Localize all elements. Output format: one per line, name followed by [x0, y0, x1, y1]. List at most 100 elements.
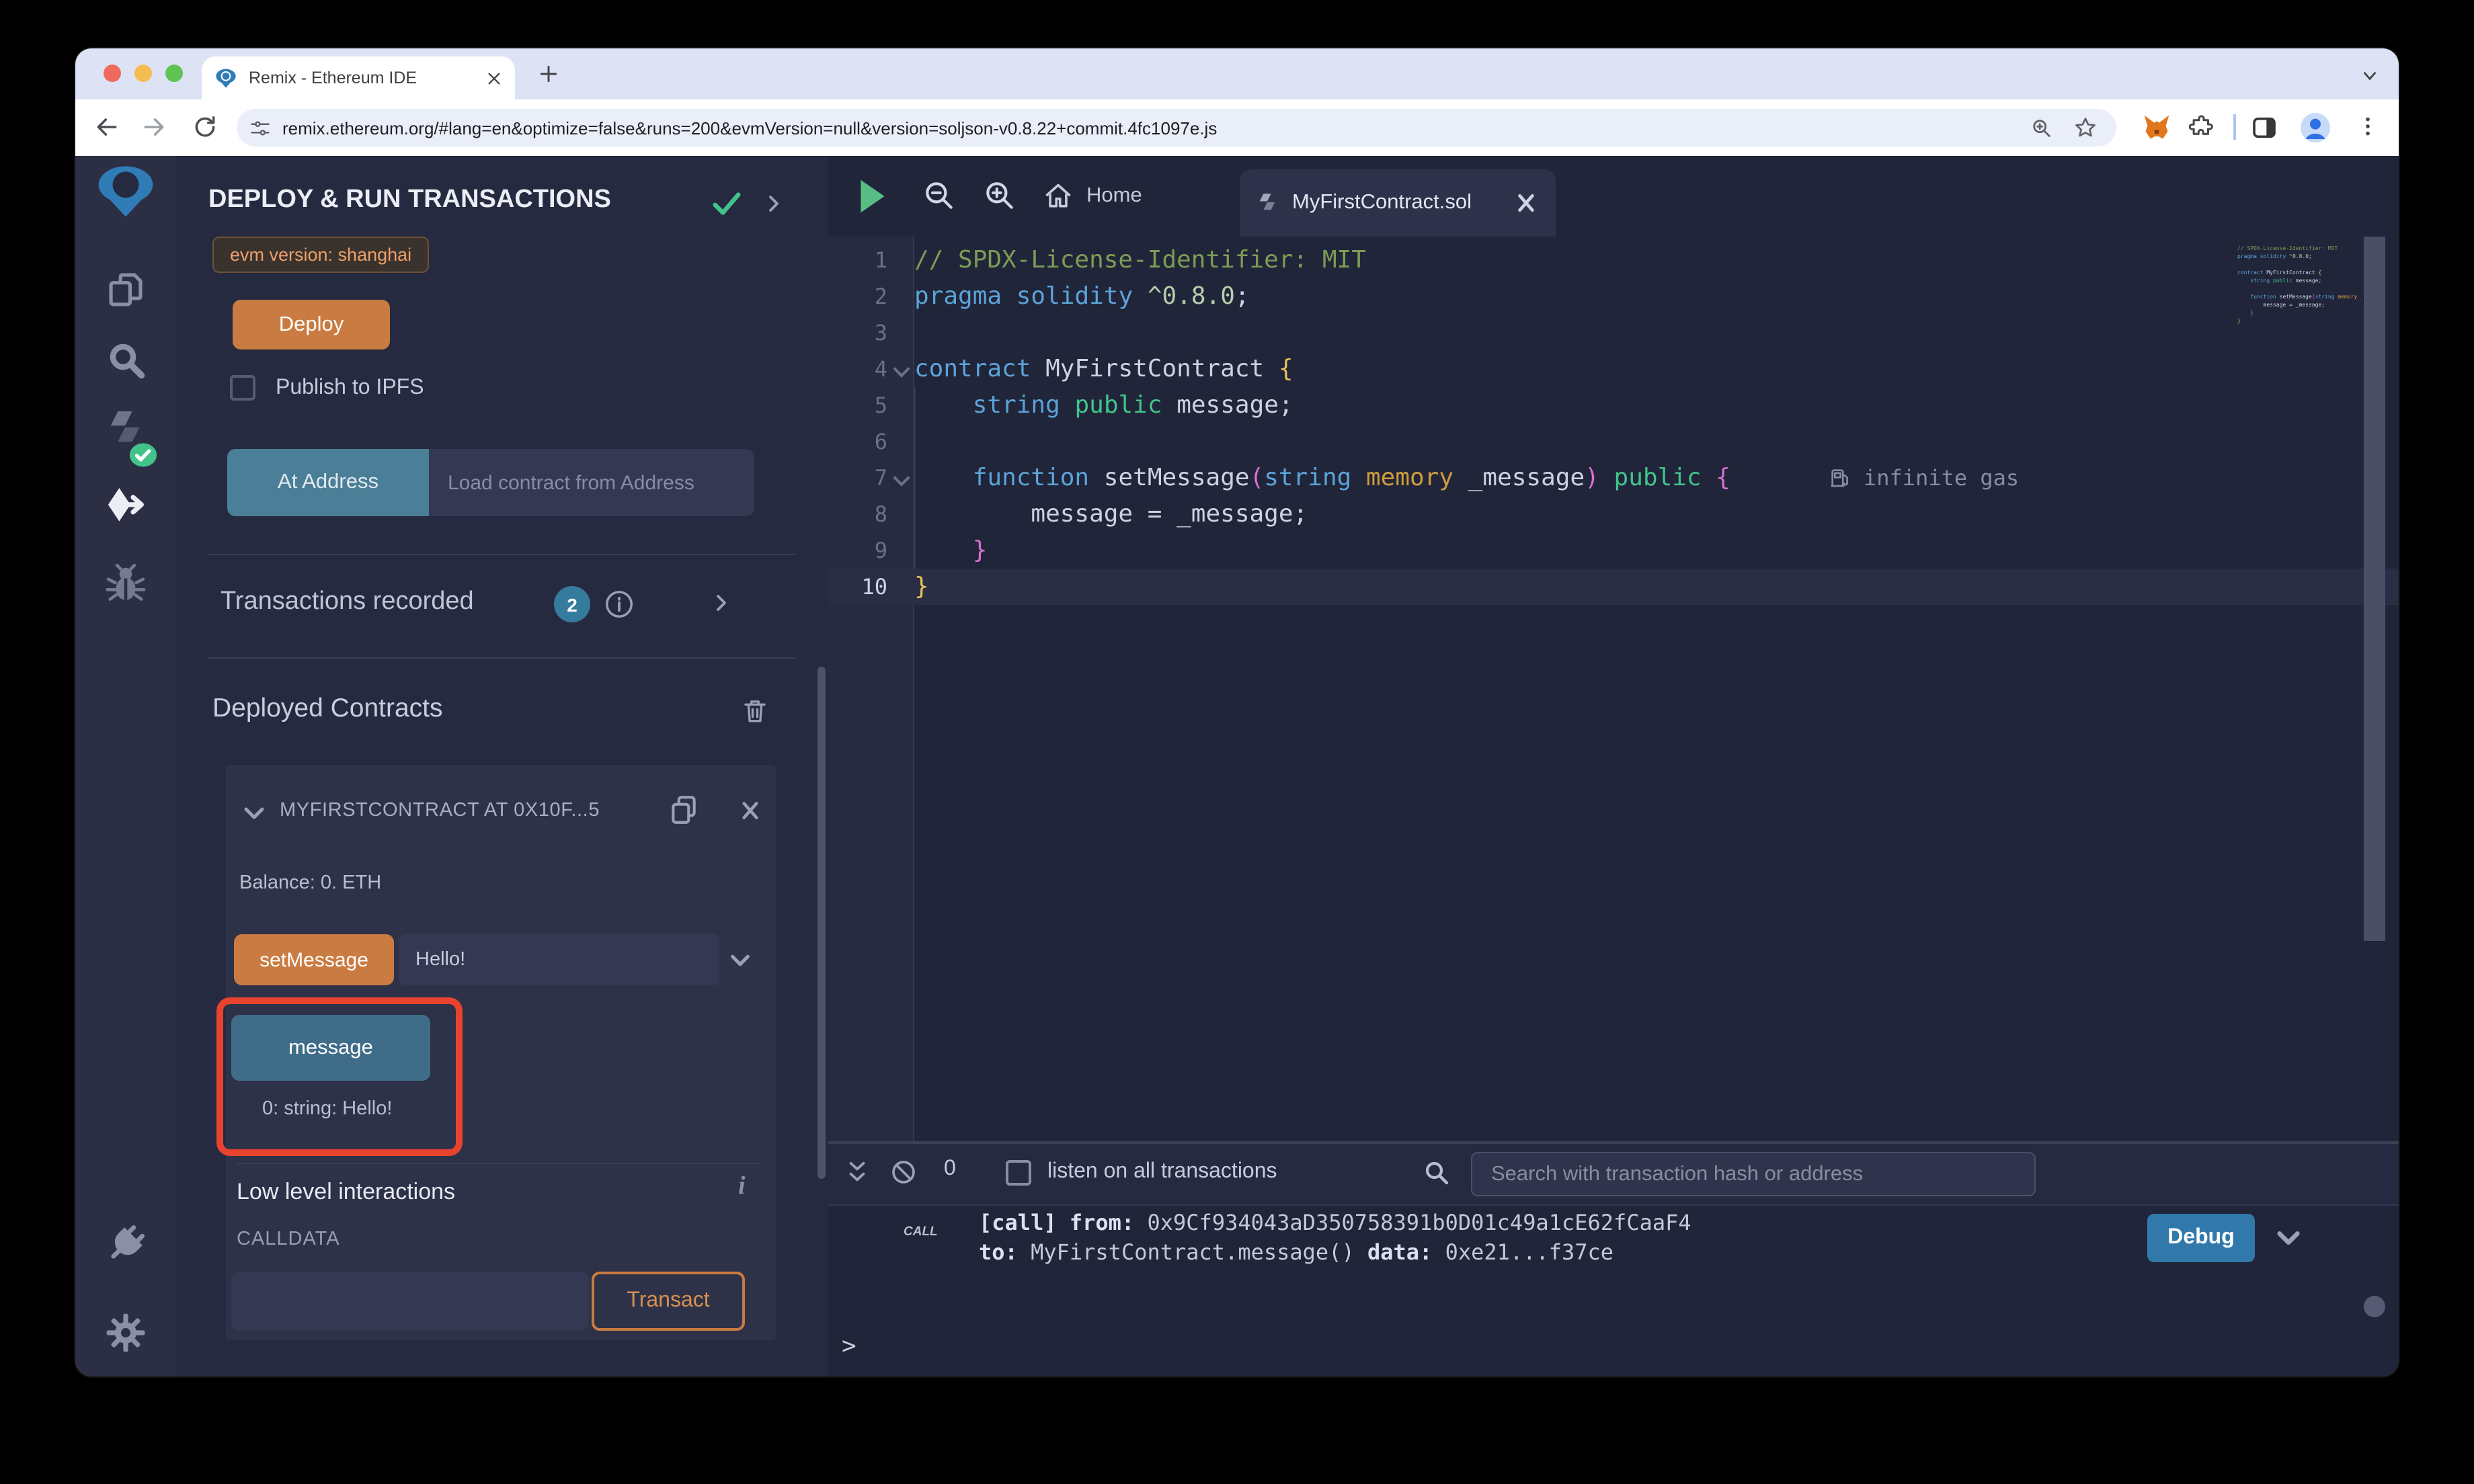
- browser-window: Remix - Ethereum IDE remix.ethereum.org/…: [75, 48, 2399, 1376]
- close-window-button[interactable]: [104, 65, 121, 82]
- log-from-label: from:: [1070, 1210, 1134, 1235]
- divider: [208, 554, 796, 555]
- message-button[interactable]: message: [231, 1015, 430, 1081]
- at-address-button[interactable]: At Address: [227, 449, 429, 516]
- maximize-window-button[interactable]: [165, 65, 183, 82]
- collapse-terminal-icon[interactable]: [844, 1160, 870, 1186]
- plugin-manager-icon[interactable]: [105, 1223, 147, 1265]
- code-line[interactable]: 6: [828, 423, 2399, 460]
- set-message-button[interactable]: setMessage: [234, 934, 394, 985]
- code-lines: 1// SPDX-License-Identifier: MIT2pragma …: [828, 242, 2399, 605]
- panel-pin-chevron-icon[interactable]: [764, 194, 784, 214]
- set-message-expand-chevron-icon[interactable]: [729, 949, 752, 972]
- code-line[interactable]: 1// SPDX-License-Identifier: MIT: [828, 242, 2399, 278]
- deploy-button[interactable]: Deploy: [233, 300, 390, 349]
- editor-scrollbar[interactable]: [2364, 237, 2385, 941]
- indent-guide: [914, 387, 916, 569]
- contract-collapse-chevron-icon[interactable]: [242, 801, 266, 825]
- gas-annotation-text: infinite gas: [1864, 465, 2019, 491]
- address-bar[interactable]: remix.ethereum.org/#lang=en&optimize=fal…: [237, 109, 2116, 147]
- divider: [237, 1163, 761, 1164]
- remix-favicon-icon: [215, 67, 237, 89]
- terminal-search-icon: [1423, 1159, 1451, 1187]
- terminal-search-input[interactable]: [1471, 1152, 2036, 1196]
- close-file-tab-icon[interactable]: [1515, 192, 1537, 214]
- debugger-icon[interactable]: [105, 562, 147, 604]
- search-icon[interactable]: [106, 340, 147, 380]
- site-settings-icon[interactable]: [250, 118, 270, 138]
- minimap[interactable]: // SPDX-License-Identifier: MITpragma so…: [2237, 245, 2361, 325]
- transact-button[interactable]: Transact: [592, 1272, 745, 1331]
- panel-scrollbar[interactable]: [817, 667, 826, 1179]
- url-text: remix.ethereum.org/#lang=en&optimize=fal…: [282, 118, 1217, 138]
- tab-myfirstcontract[interactable]: MyFirstContract.sol: [1240, 169, 1556, 237]
- code-line[interactable]: 9 }: [828, 532, 2399, 569]
- tab-home[interactable]: Home: [1043, 175, 1142, 218]
- contract-balance: Balance: 0. ETH: [239, 872, 381, 894]
- browser-tab[interactable]: Remix - Ethereum IDE: [202, 56, 515, 99]
- new-tab-button[interactable]: [538, 63, 559, 85]
- terminal-bar: 0 listen on all transactions: [828, 1144, 2399, 1206]
- trash-icon[interactable]: [741, 696, 769, 725]
- minimize-window-button[interactable]: [134, 65, 152, 82]
- code-line[interactable]: 4contract MyFirstContract {: [828, 351, 2399, 387]
- side-panel-icon[interactable]: [2251, 114, 2278, 141]
- close-tab-icon[interactable]: [487, 71, 502, 85]
- run-script-play-icon[interactable]: [858, 177, 887, 215]
- browser-toolbar: remix.ethereum.org/#lang=en&optimize=fal…: [75, 99, 2399, 156]
- debug-button[interactable]: Debug: [2147, 1214, 2255, 1262]
- code-line[interactable]: 8 message = _message;: [828, 496, 2399, 532]
- publish-ipfs-checkbox[interactable]: [230, 375, 255, 401]
- clear-console-icon[interactable]: [890, 1159, 917, 1186]
- log-expand-chevron-icon[interactable]: [2275, 1225, 2302, 1251]
- code-line[interactable]: 5 string public message;: [828, 387, 2399, 423]
- log-to-label: to:: [979, 1239, 1018, 1265]
- extensions-puzzle-icon[interactable]: [2189, 114, 2214, 140]
- terminal-prompt[interactable]: >: [842, 1332, 856, 1360]
- menu-kebab-icon[interactable]: [2356, 114, 2380, 138]
- remix-logo-icon[interactable]: [94, 161, 157, 220]
- bookmark-star-icon[interactable]: [2073, 116, 2098, 140]
- log-entry[interactable]: [call] from: 0x9Cf934043aD350758391b0D01…: [979, 1208, 1691, 1268]
- log-call-label: [call]: [979, 1210, 1057, 1235]
- file-explorer-icon[interactable]: [105, 269, 147, 311]
- calldata-input[interactable]: [231, 1272, 589, 1331]
- info-icon[interactable]: i: [738, 1172, 746, 1202]
- message-output: 0: string: Hello!: [262, 1098, 392, 1120]
- calldata-label: CALLDATA: [237, 1229, 340, 1250]
- copy-icon[interactable]: [667, 793, 701, 827]
- contract-header-label[interactable]: MYFIRSTCONTRACT AT 0X10F...5: [280, 800, 659, 821]
- transactions-expand-chevron-icon[interactable]: [711, 593, 731, 613]
- log-from-value: 0x9Cf934043aD350758391b0D01c49a1cE62fCaa…: [1134, 1210, 1691, 1235]
- tab-search-chevron-icon[interactable]: [2361, 67, 2379, 85]
- at-address-input[interactable]: [429, 449, 754, 516]
- code-line[interactable]: 7 function setMessage(string memory _mes…: [828, 460, 2399, 496]
- log-data-value: 0xe21...f37ce: [1432, 1239, 1613, 1265]
- editor-toolbar: Home MyFirstContract.sol: [828, 156, 2399, 237]
- tab-file-label: MyFirstContract.sol: [1292, 191, 1515, 215]
- code-line[interactable]: 2pragma solidity ^0.8.0;: [828, 278, 2399, 315]
- reload-button[interactable]: [192, 114, 218, 140]
- set-message-input[interactable]: [399, 934, 719, 985]
- deploy-and-run-icon[interactable]: [104, 485, 148, 530]
- toolbar-divider: [2233, 114, 2236, 140]
- code-line[interactable]: 10}: [828, 569, 2399, 605]
- zoom-in-icon[interactable]: [983, 179, 1016, 212]
- browser-tabstrip: Remix - Ethereum IDE: [75, 48, 2399, 99]
- profile-avatar[interactable]: [2299, 112, 2331, 144]
- info-circle-icon[interactable]: [604, 589, 635, 620]
- settings-gear-icon[interactable]: [105, 1312, 147, 1354]
- home-icon: [1043, 181, 1073, 211]
- zoom-out-icon[interactable]: [922, 179, 956, 212]
- log-data-label: data:: [1367, 1239, 1432, 1265]
- terminal-scrollbar-thumb[interactable]: [2364, 1296, 2385, 1317]
- remove-contract-icon[interactable]: [740, 800, 761, 821]
- zoom-page-icon[interactable]: [2030, 117, 2053, 140]
- listen-transactions-checkbox[interactable]: [1006, 1160, 1031, 1186]
- deployed-contract-card: MYFIRSTCONTRACT AT 0X10F...5 Balance: 0.…: [226, 765, 776, 1340]
- code-line[interactable]: 3: [828, 315, 2399, 351]
- back-button[interactable]: [94, 114, 120, 140]
- metamask-extension-icon[interactable]: [2142, 113, 2171, 142]
- code-editor[interactable]: 1// SPDX-License-Identifier: MIT2pragma …: [828, 237, 2399, 1141]
- forward-button[interactable]: [141, 114, 167, 140]
